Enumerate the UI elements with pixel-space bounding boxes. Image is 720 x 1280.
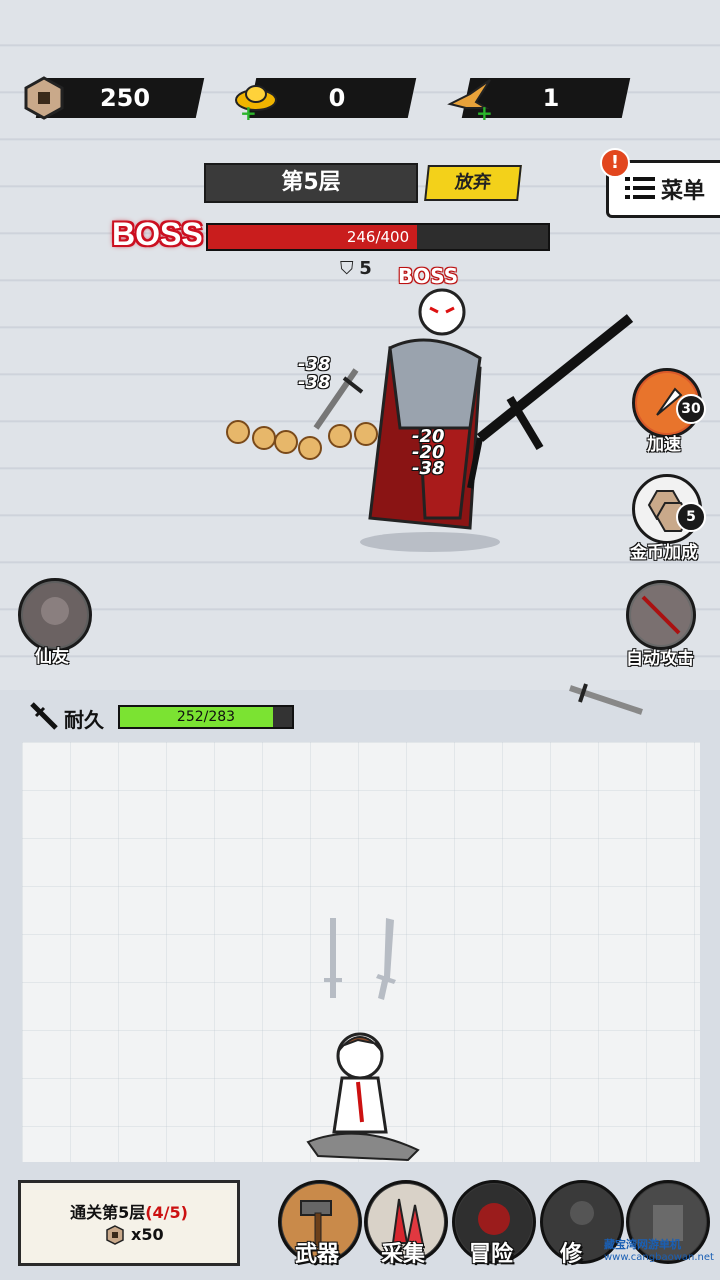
durability-bar: 252/283 — [118, 705, 294, 729]
floor-quest-panel[interactable]: 通关第5层(4/5) x50 — [18, 1180, 240, 1266]
auto-attack-label: 自动攻击 — [626, 649, 694, 669]
companion-button[interactable] — [18, 578, 92, 652]
floor-indicator: 第5层 — [204, 163, 418, 203]
damage-number: -38 — [412, 458, 445, 479]
svg-text:+: + — [240, 101, 257, 122]
nav-gather-label: 采集 — [380, 1242, 425, 1267]
watermark-url: www.cangbaowan.net — [604, 1252, 714, 1263]
auto-attack-button[interactable] — [626, 580, 696, 650]
watermark-text: 藏宝湾网游单机 — [604, 1238, 681, 1251]
boss-defense: ⛉ 5 — [340, 258, 372, 279]
sword-icon — [30, 702, 58, 730]
crafting-board[interactable] — [22, 742, 700, 1162]
menu-alert-badge: ! — [600, 148, 630, 178]
crane-counter: + 1 — [446, 78, 631, 122]
companion-label: 仙友 — [35, 647, 69, 667]
coin-counter: 250 — [20, 76, 205, 120]
speedup-label: 加速 — [647, 435, 681, 455]
quest-reward: x50 — [131, 1225, 164, 1244]
auto-attack-icon — [631, 585, 691, 645]
durability-text: 252/283 — [176, 709, 236, 725]
durability-label: 耐久 — [64, 708, 104, 732]
menu-label: 菜单 — [661, 179, 706, 204]
copper-coin-icon — [106, 1225, 124, 1245]
nav-cultivate-label: 修 — [559, 1242, 582, 1267]
boss-name-tag: BOSS — [398, 264, 459, 288]
speedup-badge: 30 — [676, 394, 706, 424]
nav-adventure-label: 冒险 — [468, 1242, 513, 1267]
coin-bonus-badge: 5 — [676, 502, 706, 532]
abandon-button[interactable]: 放弃 — [424, 165, 522, 201]
nav-weapon-label: 武器 — [294, 1242, 339, 1267]
damage-number: -38 — [298, 372, 331, 393]
boss-health-bar: 246/400 — [206, 223, 550, 251]
shield-icon: ⛉ — [340, 258, 354, 279]
coin-bonus-label: 金币加成 — [630, 543, 698, 563]
gold-counter: + 0 — [232, 78, 417, 122]
boss-title: BOSS — [112, 216, 203, 252]
list-icon — [625, 177, 655, 199]
equipped-sword-icon — [569, 683, 643, 715]
quest-title: 通关第5层(4/5) — [70, 1203, 188, 1222]
sword-slot-shadow-icon — [324, 918, 396, 1000]
boss-health-text: 246/400 — [346, 228, 410, 246]
companion-portrait-icon — [23, 583, 87, 647]
player-character[interactable] — [298, 1022, 428, 1162]
